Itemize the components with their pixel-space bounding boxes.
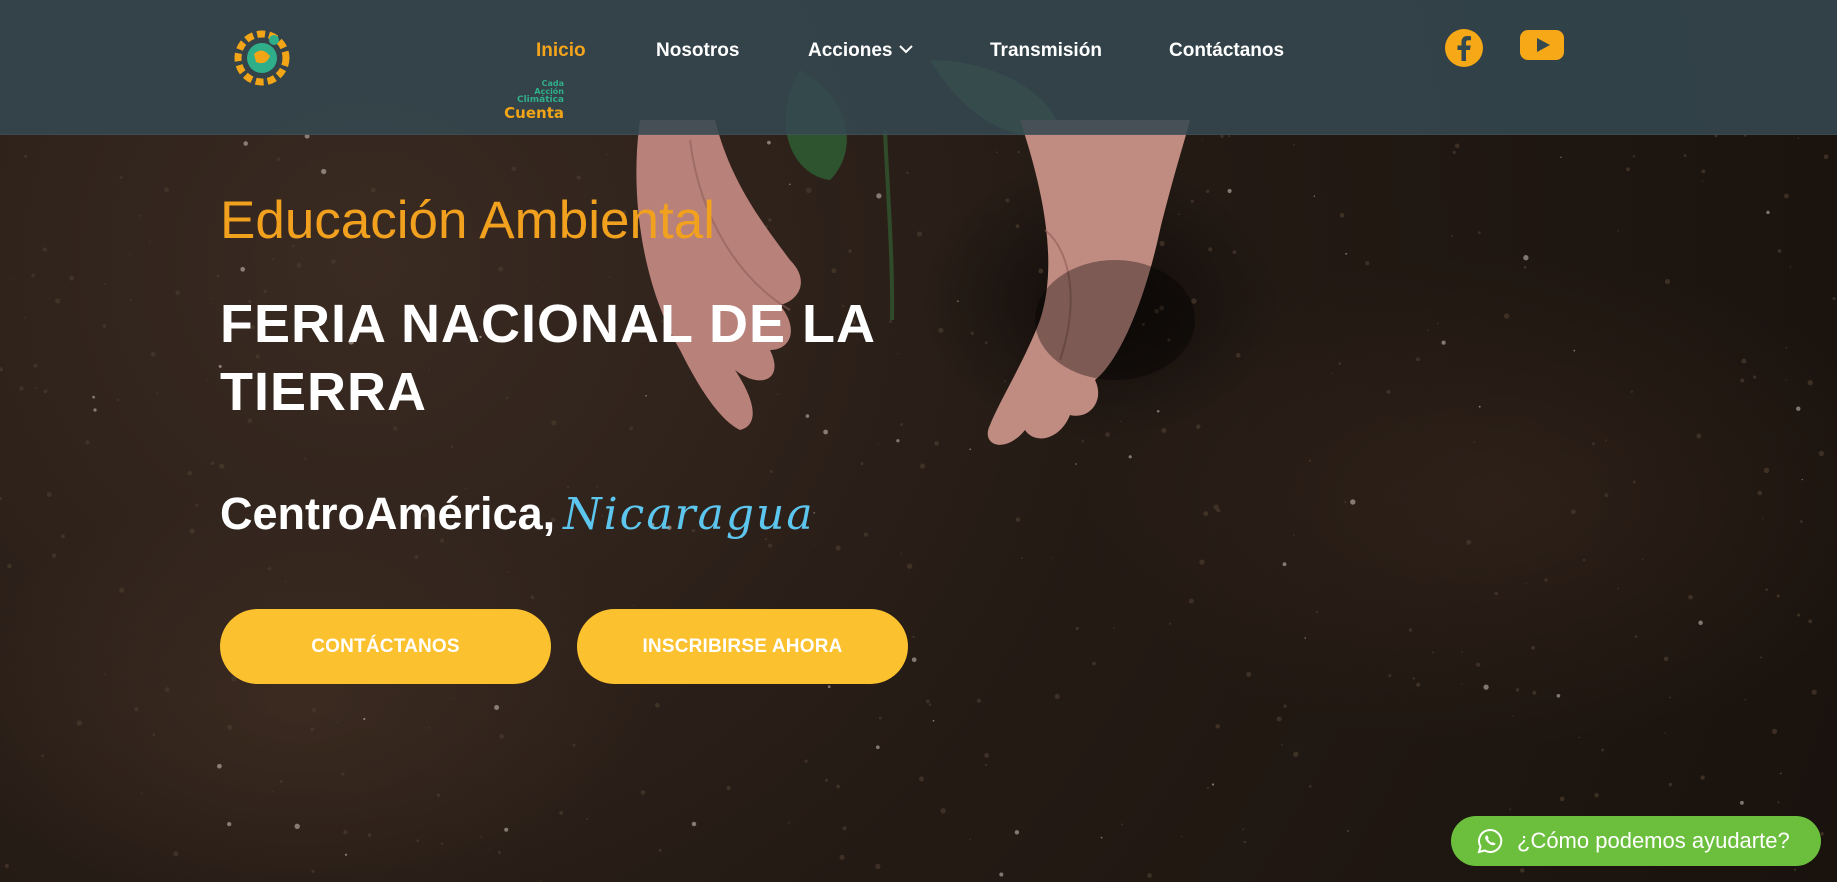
hero-headline: FERIA NACIONAL DE LA TIERRA bbox=[220, 294, 874, 422]
nav-item-inicio[interactable]: Inicio bbox=[536, 40, 586, 62]
chevron-down-icon bbox=[899, 45, 914, 54]
location-script: Nicaragua bbox=[563, 489, 815, 540]
whatsapp-label: ¿Cómo podemos ayudarte? bbox=[1517, 828, 1790, 853]
location-prefix: CentroAmérica, bbox=[220, 488, 556, 539]
site-logo[interactable]: Cada Acción Climática Cuenta bbox=[232, 28, 564, 121]
facebook-link[interactable] bbox=[1444, 28, 1484, 73]
whatsapp-chat-button[interactable]: ¿Cómo podemos ayudarte? bbox=[1451, 816, 1821, 866]
hero-location: CentroAmérica, Nicaragua bbox=[220, 488, 815, 540]
signup-button[interactable]: INSCRIBIRSE AHORA bbox=[577, 609, 908, 684]
youtube-link[interactable] bbox=[1520, 28, 1564, 67]
nav-item-nosotros[interactable]: Nosotros bbox=[656, 40, 739, 62]
nav-item-acciones-label: Acciones bbox=[808, 40, 893, 61]
logo-line-4: Cuenta bbox=[504, 104, 564, 122]
facebook-icon bbox=[1445, 29, 1483, 67]
youtube-icon bbox=[1520, 30, 1564, 60]
contact-button[interactable]: CONTÁCTANOS bbox=[220, 609, 551, 684]
nav-item-transmision[interactable]: Transmisión bbox=[990, 40, 1102, 62]
whatsapp-icon bbox=[1477, 828, 1503, 854]
globe-logo-icon bbox=[234, 30, 290, 86]
hero-eyebrow: Educación Ambiental bbox=[220, 191, 715, 250]
site-header: Cada Acción Climática Cuenta Inicio Noso… bbox=[0, 0, 1837, 135]
nav-item-acciones[interactable]: Acciones bbox=[808, 40, 914, 62]
nav-item-contactanos[interactable]: Contáctanos bbox=[1169, 40, 1284, 62]
